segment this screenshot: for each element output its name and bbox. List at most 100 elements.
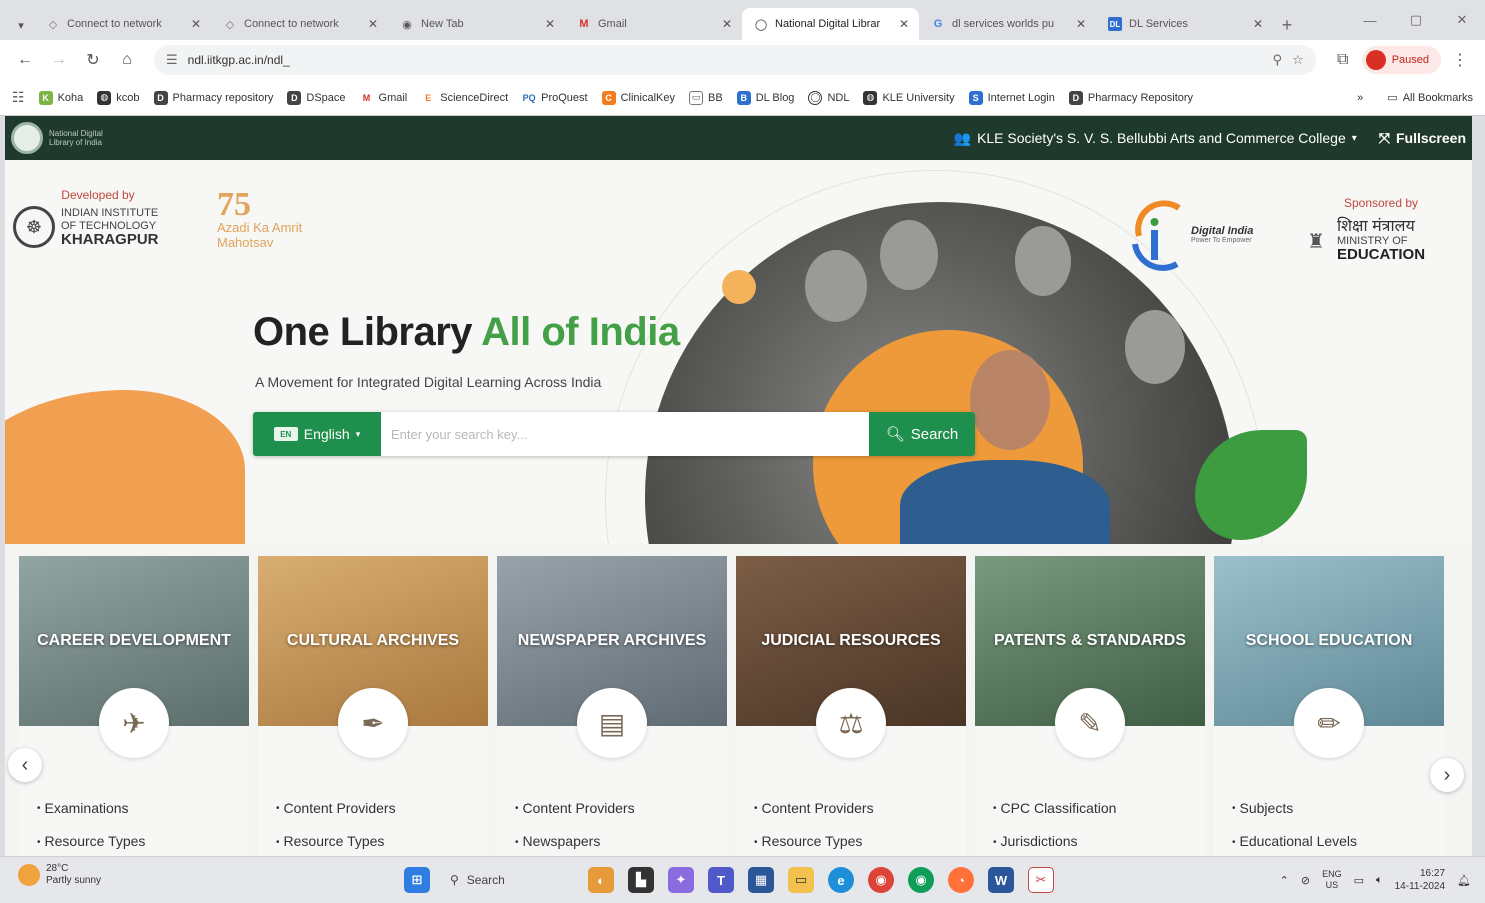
bookmark-gmail[interactable]: M Gmail [359, 90, 407, 105]
ndl-logo[interactable]: National Digital Library of India [11, 122, 129, 154]
minimize-icon[interactable]: — [1347, 13, 1393, 28]
word-icon[interactable]: W [988, 867, 1014, 893]
snipping-tool-icon[interactable]: ✂ [1028, 867, 1054, 893]
file-explorer-icon[interactable]: ▭ [788, 867, 814, 893]
chrome-icon[interactable]: ◉ [868, 867, 894, 893]
browser-tab-active[interactable]: ◯ National Digital Librar ✕ [742, 8, 919, 40]
bookmark-bb[interactable]: ▭ BB [689, 90, 723, 105]
url-text[interactable]: ndl.iitkgp.ac.in/ndl_ [188, 53, 1263, 67]
search-button[interactable]: 🔍︎ Search [869, 412, 975, 456]
extensions-icon[interactable]: ⧉ [1328, 45, 1358, 75]
bookmark-kcob[interactable]: ◍ kcob [97, 90, 140, 105]
card-patents-standards[interactable]: PATENTS & STANDARDS ✎ CPC Classification… [975, 556, 1205, 856]
clock[interactable]: 16:27 14-11-2024 [1395, 867, 1445, 893]
bookmark-sciencedirect[interactable]: E ScienceDirect [421, 90, 508, 105]
institution-dropdown[interactable]: 👥 KLE Society's S. V. S. Bellubbi Arts a… [954, 130, 1357, 147]
weather-widget[interactable]: 28°C Partly sunny [18, 863, 101, 887]
bookmark-dl-blog[interactable]: B DL Blog [736, 90, 794, 105]
bookmark-clinicalkey[interactable]: C ClinicalKey [601, 90, 675, 105]
display-icon[interactable]: ▭ [1354, 874, 1364, 887]
card-link[interactable]: CPC Classification [993, 792, 1117, 825]
card-link[interactable]: Content Providers [515, 792, 635, 825]
ministry-of-education-logo[interactable]: ♜ शिक्षा मंत्रालय MINISTRY OF EDUCATION [1301, 216, 1461, 266]
widgets-icon[interactable]: ◐ [588, 867, 614, 893]
browser-tab[interactable]: ◉ New Tab ✕ [388, 8, 565, 40]
browser-tab[interactable]: DL DL Services ✕ [1096, 8, 1273, 40]
more-menu-icon[interactable]: ⋮ [1445, 45, 1475, 75]
volume-icon[interactable]: 🔈︎ [1376, 874, 1383, 887]
card-link[interactable]: Resource Types [276, 825, 396, 856]
card-school-education[interactable]: SCHOOL EDUCATION ✏ Subjects Educational … [1214, 556, 1444, 856]
carousel-prev-button[interactable]: ‹ [8, 748, 42, 782]
reload-icon[interactable]: ↻ [78, 45, 108, 75]
store-icon[interactable]: ▦ [748, 867, 774, 893]
folder-icon: ▭ [1387, 92, 1398, 104]
bookmark-internet-login[interactable]: S Internet Login [968, 90, 1055, 105]
bookmark-dspace[interactable]: D DSpace [287, 90, 346, 105]
teams-icon[interactable]: T [708, 867, 734, 893]
iit-logo[interactable]: ☸ INDIAN INSTITUTE OF TECHNOLOGY KHARAGP… [13, 206, 183, 248]
close-tab-icon[interactable]: ✕ [1253, 17, 1263, 31]
card-newspaper-archives[interactable]: NEWSPAPER ARCHIVES ▤ Content Providers N… [497, 556, 727, 856]
browser-tab[interactable]: G dl services worlds pu ✕ [919, 8, 1096, 40]
language-indicator[interactable]: ENG US [1322, 869, 1342, 891]
firefox-icon[interactable]: ◔ [948, 867, 974, 893]
browser-tab[interactable]: ◇ Connect to network ✕ [211, 8, 388, 40]
card-link[interactable]: Educational Levels [1232, 825, 1358, 856]
window-controls: — ▢ ✕ [1347, 0, 1485, 40]
apps-grid-icon[interactable]: ☷ [12, 89, 25, 106]
chrome-profile-icon[interactable]: ◉ [908, 867, 934, 893]
card-link[interactable]: Jurisdictions [993, 825, 1116, 856]
bookmark-koha[interactable]: K Koha [38, 90, 83, 105]
back-arrow-icon[interactable]: ← [10, 45, 40, 75]
bookmark-pharmacy-repository[interactable]: D Pharmacy repository [153, 90, 273, 105]
card-link[interactable]: Content Providers [754, 792, 874, 825]
card-link[interactable]: Newspapers [515, 825, 635, 856]
close-tab-icon[interactable]: ✕ [368, 17, 378, 31]
card-cultural-archives[interactable]: CULTURAL ARCHIVES ✒ Content Providers Re… [258, 556, 488, 856]
translate-icon[interactable]: ⚲ [1273, 52, 1283, 68]
close-tab-icon[interactable]: ✕ [191, 17, 201, 31]
browser-tab[interactable]: M Gmail ✕ [565, 8, 742, 40]
close-tab-icon[interactable]: ✕ [722, 17, 732, 31]
site-info-icon[interactable]: ☰ [166, 52, 178, 68]
windows-start-icon[interactable]: ⊞ [404, 867, 430, 893]
bookmark-ndl[interactable]: ◯ NDL [808, 90, 849, 105]
tab-search-chevron-icon[interactable]: ▾ [8, 10, 34, 40]
network-off-icon[interactable]: ⊘ [1301, 874, 1310, 887]
taskbar-search[interactable]: ⚲ Search [444, 865, 574, 895]
omnibox[interactable]: ☰ ndl.iitkgp.ac.in/ndl_ ⚲ ☆ [154, 45, 1316, 75]
carousel-next-button[interactable]: › [1430, 758, 1464, 792]
search-input[interactable] [381, 412, 869, 456]
card-career-development[interactable]: CAREER DEVELOPMENT ✈ Examinations Resour… [19, 556, 249, 856]
bookmark-proquest[interactable]: PQ ProQuest [522, 90, 588, 105]
task-view-icon[interactable]: ▙ [628, 867, 654, 893]
forward-arrow-icon[interactable]: → [44, 45, 74, 75]
fullscreen-button[interactable]: ⤧ Fullscreen [1379, 130, 1466, 147]
edge-icon[interactable]: e [828, 867, 854, 893]
more-bookmarks-icon[interactable]: » [1357, 92, 1363, 104]
close-tab-icon[interactable]: ✕ [899, 17, 909, 31]
card-link[interactable]: Content Providers [276, 792, 396, 825]
close-window-icon[interactable]: ✕ [1439, 12, 1485, 28]
card-link[interactable]: Resource Types [754, 825, 874, 856]
profile-button[interactable]: Paused [1361, 46, 1441, 74]
home-icon[interactable]: ⌂ [112, 45, 142, 75]
copilot-icon[interactable]: ✦ [668, 867, 694, 893]
bookmark-pharmacy-repository-2[interactable]: D Pharmacy Repository [1068, 90, 1193, 105]
maximize-icon[interactable]: ▢ [1393, 12, 1439, 28]
close-tab-icon[interactable]: ✕ [545, 17, 555, 31]
card-link[interactable]: Subjects [1232, 792, 1357, 825]
all-bookmarks-button[interactable]: ▭ All Bookmarks [1387, 91, 1473, 105]
browser-tab[interactable]: ◇ Connect to network ✕ [34, 8, 211, 40]
card-link[interactable]: Resource Types [37, 825, 146, 856]
bookmark-star-icon[interactable]: ☆ [1292, 52, 1304, 68]
language-dropdown[interactable]: EN English ▾ [253, 412, 381, 456]
new-tab-button[interactable]: + [1273, 10, 1301, 40]
card-link[interactable]: Examinations [37, 792, 145, 825]
card-judicial-resources[interactable]: JUDICIAL RESOURCES ⚖ Content Providers R… [736, 556, 966, 856]
close-tab-icon[interactable]: ✕ [1076, 17, 1086, 31]
notification-bell-icon[interactable]: 🔔︎ [1457, 874, 1471, 887]
bookmark-kle-university[interactable]: ◍ KLE University [863, 90, 955, 105]
tray-chevron-icon[interactable]: ⌃ [1280, 874, 1289, 887]
